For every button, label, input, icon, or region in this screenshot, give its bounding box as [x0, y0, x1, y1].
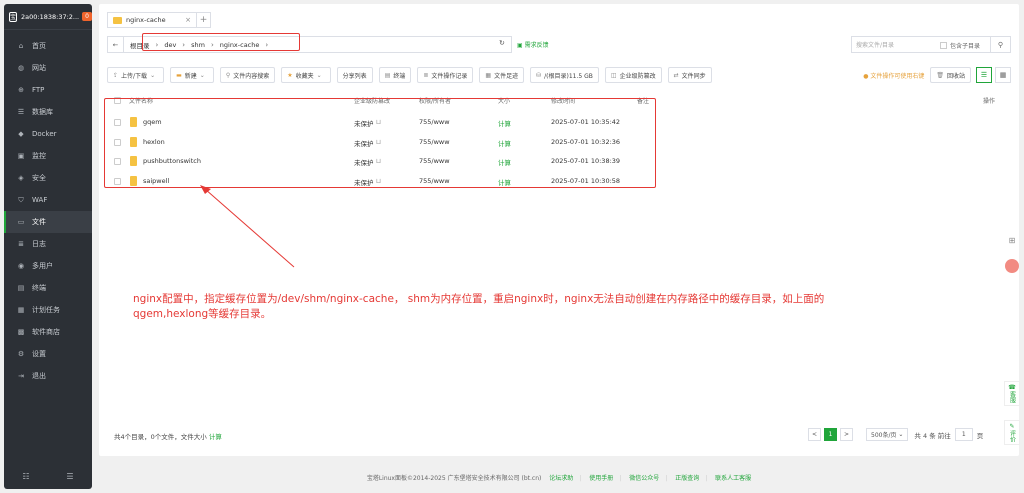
- sidebar-item-10[interactable]: ◉ 多用户: [4, 255, 92, 277]
- sidebar-item-label: Docker: [32, 130, 57, 138]
- sidebar-item-4[interactable]: ◆ Docker: [4, 123, 92, 145]
- users-icon: ◉: [17, 262, 25, 270]
- sidebar-item-label: 文件: [32, 218, 46, 226]
- home-icon: ⌂: [18, 42, 24, 50]
- docker-icon: ◆: [18, 130, 24, 138]
- sidebar-item-14[interactable]: ⚙ 设置: [4, 343, 92, 365]
- logout-icon: ⇥: [18, 372, 24, 380]
- notice-badge[interactable]: 0: [82, 12, 92, 21]
- support-link[interactable]: 联系人工客服: [715, 475, 751, 482]
- total-count: 共 4 条 前往: [914, 431, 951, 440]
- sidebar-item-1[interactable]: ◍ 网站: [4, 57, 92, 79]
- calc-size-link[interactable]: 计算: [209, 433, 222, 441]
- sidebar-item-label: 数据库: [32, 108, 53, 116]
- sidebar-item-13[interactable]: ▩ 软件商店: [4, 321, 92, 343]
- shield-icon: ◈: [18, 174, 24, 182]
- page-size-select[interactable]: 500条/页 ⌄: [866, 428, 909, 441]
- server-header[interactable]: 宝 2a00:1838:37:2... 0: [4, 4, 92, 30]
- monitor-icon: ▣: [17, 152, 25, 160]
- sidebar-item-label: 网站: [32, 64, 46, 72]
- calendar-icon: ▦: [17, 306, 25, 314]
- sidebar-item-3[interactable]: ☰ 数据库: [4, 101, 92, 123]
- terminal-icon: ▤: [17, 284, 25, 292]
- prev-page-button[interactable]: <: [808, 428, 821, 441]
- globe-icon: ◍: [17, 64, 25, 72]
- sidebar-item-label: FTP: [32, 86, 45, 94]
- sidebar-item-6[interactable]: ◈ 安全: [4, 167, 92, 189]
- sidebar-item-9[interactable]: ≣ 日志: [4, 233, 92, 255]
- forum-link[interactable]: 论坛求助: [549, 475, 573, 482]
- store-icon: ▩: [17, 328, 25, 336]
- ftp-icon: ⊕: [18, 86, 24, 94]
- sidebar-item-label: 安全: [32, 174, 46, 182]
- file-summary: 共4个目录，0个文件，文件大小 计算: [114, 433, 222, 441]
- sidebar-menu: ⌂ 首页 ◍ 网站 ⊕ FTP ☰ 数据库 ◆ Docker ▣ 监控 ◈ 安全 ⛉ WAF ▭ 文件 ≣ 日志 ◉ 多用…: [4, 30, 92, 387]
- sidebar-item-label: 日志: [32, 240, 46, 248]
- settings-icon: ⚙: [17, 350, 25, 358]
- folder-icon: ▭: [17, 218, 25, 226]
- annotation-text: nginx配置中，指定缓存位置为/dev/shm/nginx-cache， sh…: [133, 293, 825, 320]
- sidebar-item-12[interactable]: ▦ 计划任务: [4, 299, 92, 321]
- qrcode-icon[interactable]: ⊞: [1004, 236, 1020, 245]
- bt-logo-icon: 宝: [9, 11, 18, 22]
- server-host: 2a00:1838:37:2...: [21, 12, 80, 21]
- log-icon: ≣: [18, 240, 24, 248]
- sidebar: 宝 2a00:1838:37:2... 0 ⌂ 首页 ◍ 网站 ⊕ FTP ☰ 数据库 ◆ Doc…: [4, 4, 92, 489]
- sidebar-item-11[interactable]: ▤ 终端: [4, 277, 92, 299]
- sidebar-item-0[interactable]: ⌂ 首页: [4, 35, 92, 57]
- sidebar-item-label: 计划任务: [32, 306, 60, 314]
- sidebar-item-7[interactable]: ⛉ WAF: [4, 189, 92, 211]
- sidebar-item-label: 退出: [32, 372, 46, 380]
- next-page-button[interactable]: >: [840, 428, 853, 441]
- goto-page-input[interactable]: 1: [954, 428, 973, 441]
- sidebar-item-2[interactable]: ⊕ FTP: [4, 79, 92, 101]
- avatar[interactable]: [1004, 259, 1020, 273]
- sidebar-item-label: 设置: [32, 350, 46, 358]
- wechat-link[interactable]: 微信公众号: [629, 475, 659, 482]
- page-1-button[interactable]: 1: [824, 428, 837, 441]
- sidebar-item-label: 软件商店: [32, 328, 60, 336]
- headset-icon: ☎: [1008, 384, 1016, 391]
- annotation-arrow: [200, 185, 295, 268]
- license-link[interactable]: 正版查询: [675, 475, 699, 482]
- edit-icon: ✎: [1009, 423, 1015, 430]
- review-button[interactable]: ✎ 评价: [1004, 420, 1020, 445]
- sidebar-item-8[interactable]: ▭ 文件: [4, 211, 92, 233]
- sidebar-item-label: 终端: [32, 284, 46, 292]
- sidebar-item-label: 首页: [32, 42, 46, 50]
- waf-icon: ⛉: [18, 195, 24, 204]
- sidebar-item-5[interactable]: ▣ 监控: [4, 145, 92, 167]
- sidebar-item-label: 监控: [32, 152, 46, 160]
- copyright-bar: 宝塔Linux面板©2014-2025 广东堡塔安全技术有限公司 (bt.cn)…: [366, 475, 752, 482]
- customer-service-button[interactable]: ☎ 客服: [1004, 381, 1020, 406]
- database-icon: ☰: [17, 108, 25, 116]
- sidebar-item-15[interactable]: ⇥ 退出: [4, 365, 92, 387]
- pagination: < 1 > 500条/页 ⌄ 共 4 条 前往 1 页: [808, 428, 983, 441]
- manual-link[interactable]: 使用手册: [589, 475, 613, 482]
- sidebar-item-label: WAF: [32, 196, 48, 204]
- file-manager-panel: nginx-cache × + ← 根目录 › dev › shm › ngin…: [99, 4, 1019, 456]
- sidebar-item-label: 多用户: [32, 262, 53, 270]
- page-unit: 页: [976, 431, 984, 440]
